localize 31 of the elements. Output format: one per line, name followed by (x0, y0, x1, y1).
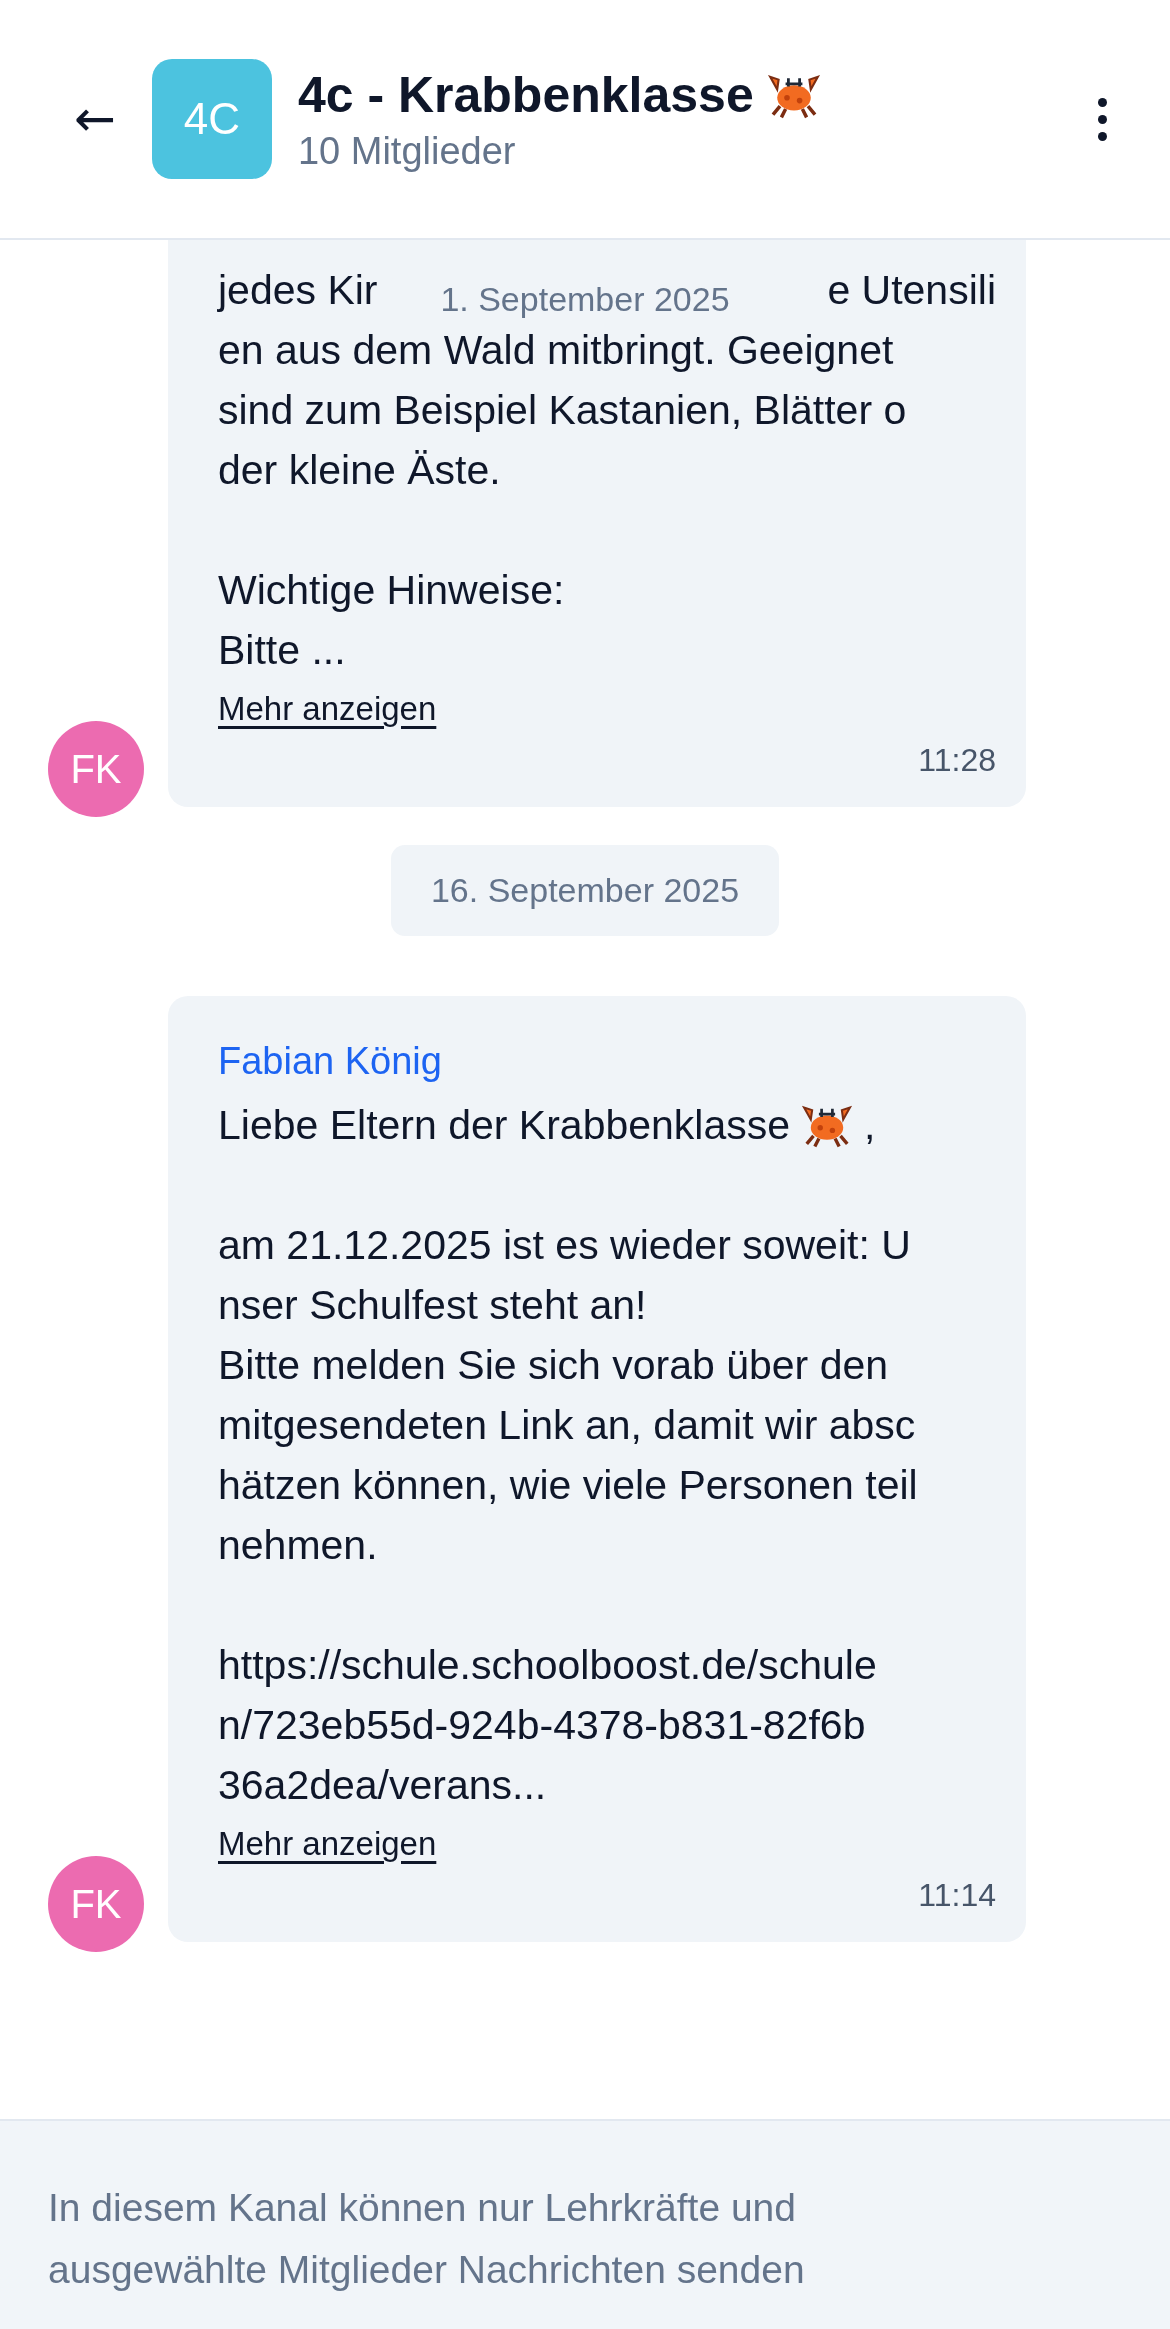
channel-title: 4c - Krabbenklasse (297, 65, 754, 124)
member-count: 10 Mitglieder (297, 129, 517, 173)
group-avatar: 4C (151, 59, 272, 179)
message-time: 11:14 (918, 1877, 996, 1914)
message-line: Bitte ... (218, 626, 347, 675)
message-line: hätzen können, wie viele Personen teil (218, 1461, 919, 1510)
sender-avatar: FK (48, 1856, 144, 1952)
message-line: Wichtige Hinweise: (218, 566, 566, 615)
message-line: der kleine Äste. (218, 446, 502, 495)
message-line: jedes Kir (218, 266, 378, 314)
message-line: Liebe Eltern der Krabbenklasse (218, 1101, 791, 1149)
message-line: Bitte melden Sie sich vorab über den (218, 1341, 890, 1390)
show-more-link[interactable]: Mehr anzeigen (218, 690, 437, 728)
message-line: n/723eb55d-924b-4378-b831-82f6b (218, 1701, 867, 1750)
sender-avatar: FK (48, 721, 144, 817)
message-line: e Utensili (827, 266, 996, 314)
message-line: , (864, 1101, 876, 1149)
back-button[interactable]: ← (66, 90, 124, 148)
show-more-link[interactable]: Mehr anzeigen (218, 1825, 437, 1863)
message-line: nser Schulfest steht an! (218, 1281, 648, 1330)
message-line: nehmen. (218, 1521, 379, 1570)
message-line: en aus dem Wald mitbringt. Geeignet (218, 326, 895, 375)
message-line: sind zum Beispiel Kastanien, Blätter o (218, 386, 908, 435)
date-separator: 16. September 2025 (390, 845, 780, 936)
message-time: 11:28 (918, 742, 996, 779)
message-line: https://schule.schoolboost.de/schule (218, 1641, 878, 1690)
message-line: mitgesendeten Link an, damit wir absc (218, 1401, 917, 1450)
channel-notice: In diesem Kanal können nur Lehrkräfte und ausgewählte Mitglieder Nachrichten senden (0, 2119, 1170, 2329)
message-line: 36a2dea/verans... (218, 1761, 548, 1810)
sender-name: Fabian König (218, 1040, 443, 1083)
message-line: am 21.12.2025 ist es wieder soweit: U (218, 1221, 912, 1270)
